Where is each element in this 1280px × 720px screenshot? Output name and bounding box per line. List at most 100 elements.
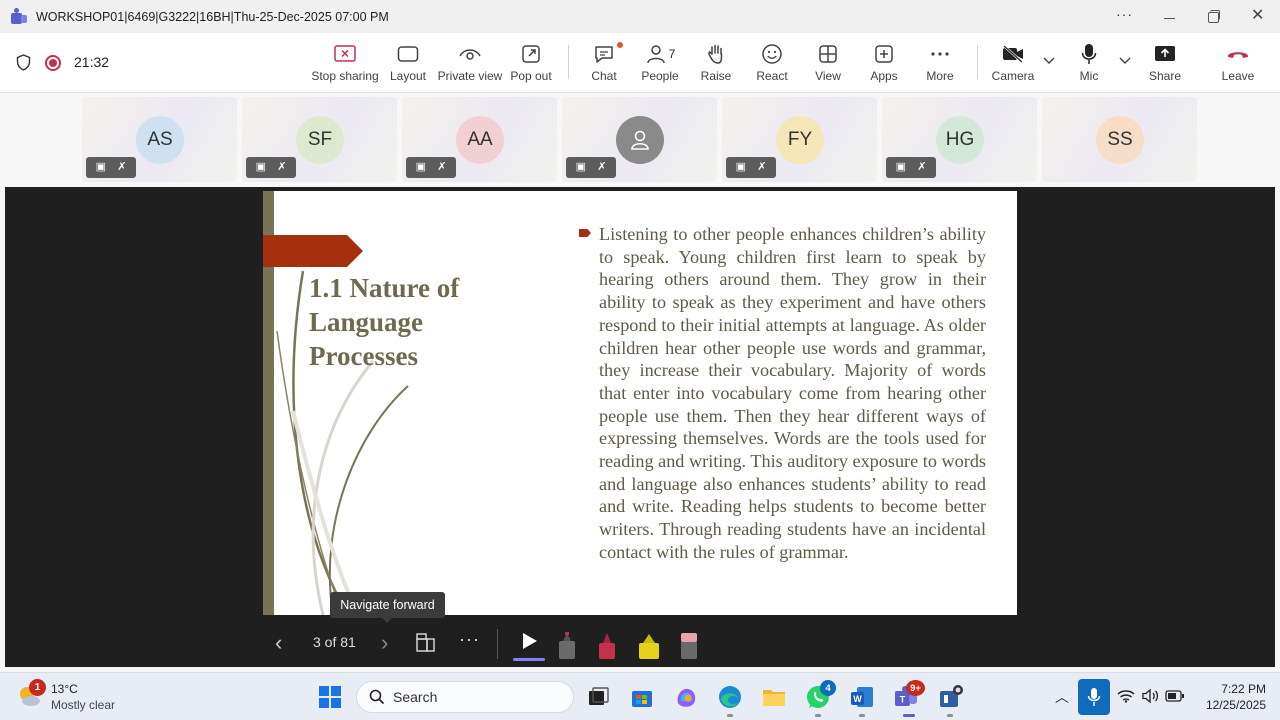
phone-hangup-icon — [1228, 52, 1248, 58]
navigate-forward-tooltip: Navigate forward — [330, 592, 445, 623]
laser-pointer-button[interactable] — [513, 625, 545, 661]
chat-button[interactable]: Chat — [586, 41, 623, 89]
layout-button[interactable]: Layout — [387, 41, 429, 89]
grid-icon — [819, 45, 837, 63]
leave-button[interactable]: Leave — [1220, 41, 1256, 89]
camera-off-icon — [1003, 45, 1023, 63]
weather-description[interactable]: Mostly clear — [51, 698, 115, 712]
camera-mic-off-indicator: ▣ ✗ — [566, 157, 616, 178]
meeting-toolbar: 21:32 Stop sharing Layout Private view P… — [0, 33, 1280, 93]
next-slide-button[interactable]: › — [381, 630, 388, 656]
shield-icon[interactable] — [16, 54, 31, 71]
search-icon — [369, 689, 385, 705]
react-button[interactable]: React — [754, 41, 790, 89]
screen-recorder-icon[interactable] — [936, 683, 964, 711]
windows-taskbar: 1 13°C Mostly clear Search 4 W T 9+ ︿ 7:… — [0, 672, 1280, 720]
toolbar-divider — [568, 45, 569, 79]
whatsapp-badge: 4 — [820, 680, 836, 696]
participant-tile[interactable]: SS — [1042, 97, 1197, 182]
edge-browser-icon[interactable] — [716, 683, 744, 711]
participant-tile[interactable]: ▣ ✗ — [562, 97, 717, 182]
word-icon[interactable]: W — [848, 683, 876, 711]
weather-temperature[interactable]: 13°C — [51, 682, 78, 696]
camera-mic-off-indicator: ▣ ✗ — [246, 157, 296, 178]
person-icon — [616, 116, 664, 164]
avatar: AA — [456, 116, 504, 164]
video-off-icon: ▣ — [575, 161, 586, 173]
presentation-slide: 1.1 Nature of Language Processes Listeni… — [263, 191, 1017, 615]
participant-tile[interactable]: HG ▣ ✗ — [882, 97, 1037, 182]
windows-start-icon[interactable] — [316, 683, 344, 711]
restore-button[interactable] — [1207, 9, 1221, 23]
copilot-icon[interactable] — [672, 683, 700, 711]
stop-share-icon — [334, 45, 356, 62]
chat-icon — [595, 46, 613, 63]
apps-button[interactable]: Apps — [866, 41, 902, 89]
participant-tile[interactable]: SF ▣ ✗ — [242, 97, 397, 182]
hand-icon — [708, 44, 723, 64]
meeting-timer: 21:32 — [74, 54, 110, 70]
mic-button[interactable]: Mic — [1074, 41, 1104, 89]
minimize-button[interactable] — [1163, 9, 1177, 23]
people-icon — [646, 45, 665, 64]
task-view-icon[interactable] — [584, 683, 612, 711]
previous-slide-button[interactable]: ‹ — [275, 630, 282, 656]
taskbar-search-box[interactable]: Search — [356, 681, 574, 713]
volume-icon[interactable] — [1141, 688, 1159, 704]
camera-mic-off-indicator: ▣ ✗ — [886, 157, 936, 178]
view-button[interactable]: View — [812, 41, 844, 89]
wifi-icon[interactable] — [1117, 689, 1135, 703]
mic-options-chevron-icon[interactable] — [1119, 57, 1131, 65]
svg-text:W: W — [853, 694, 862, 704]
camera-mic-off-indicator: ▣ ✗ — [406, 157, 456, 178]
stop-sharing-button[interactable]: Stop sharing — [311, 41, 379, 89]
microphone-in-use-button[interactable] — [1078, 679, 1110, 715]
mic-off-icon: ✗ — [277, 161, 287, 173]
recording-icon — [45, 55, 61, 71]
participant-tile[interactable]: AA ▣ ✗ — [402, 97, 557, 182]
highlighter-icon — [639, 634, 659, 659]
presenter-more-button[interactable]: ··· — [459, 629, 480, 650]
clock-time[interactable]: 7:22 PM — [1206, 682, 1266, 696]
presenter-divider — [497, 629, 498, 659]
shared-content-stage: 1.1 Nature of Language Processes Listeni… — [5, 187, 1275, 667]
people-button[interactable]: 7 People — [638, 41, 682, 89]
mic-off-icon: ✗ — [757, 161, 767, 173]
pop-out-button[interactable]: Pop out — [510, 41, 552, 89]
video-off-icon: ▣ — [415, 161, 426, 173]
file-explorer-icon[interactable] — [760, 683, 788, 711]
avatar: AS — [136, 116, 184, 164]
video-off-icon: ▣ — [895, 161, 906, 173]
active-tool-indicator — [513, 658, 545, 661]
raise-hand-button[interactable]: Raise — [698, 41, 734, 89]
plus-icon — [875, 45, 893, 63]
participant-strip: AS ▣ ✗ SF ▣ ✗ AA ▣ ✗ ▣ ✗ FY ▣ ✗ HG ▣ ✗ SS — [0, 93, 1280, 187]
close-button[interactable]: ✕ — [1251, 8, 1265, 24]
private-view-button[interactable]: Private view — [438, 41, 502, 89]
window-more-icon[interactable]: ··· — [1116, 6, 1133, 22]
people-count: 7 — [668, 47, 676, 61]
slide-page-indicator: 3 of 81 — [313, 634, 356, 650]
mic-off-icon: ✗ — [917, 161, 927, 173]
participant-tile[interactable]: AS ▣ ✗ — [82, 97, 237, 182]
search-placeholder: Search — [393, 689, 438, 705]
show-hidden-icons-chevron-icon[interactable]: ︿ — [1055, 687, 1069, 707]
clock-date[interactable]: 12/25/2025 — [1190, 698, 1266, 712]
camera-options-chevron-icon[interactable] — [1043, 57, 1055, 65]
participant-tile[interactable]: FY ▣ ✗ — [722, 97, 877, 182]
avatar: SF — [296, 116, 344, 164]
window-title-bar: WORKSHOP01|6469|G3222|16BH|Thu-25-Dec-20… — [0, 0, 1280, 33]
camera-button[interactable]: Camera — [992, 41, 1034, 89]
share-button[interactable]: Share — [1147, 41, 1183, 89]
battery-icon[interactable] — [1165, 690, 1185, 702]
running-indicator — [859, 714, 865, 717]
slide-grid-icon[interactable] — [416, 633, 436, 653]
window-title: WORKSHOP01|6469|G3222|16BH|Thu-25-Dec-20… — [36, 9, 389, 24]
eye-icon — [459, 49, 481, 60]
avatar: HG — [936, 116, 984, 164]
microsoft-store-icon[interactable] — [628, 683, 656, 711]
pen-tool-icon[interactable] — [557, 631, 707, 661]
running-indicator — [727, 714, 733, 717]
toolbar-divider — [977, 45, 978, 79]
more-button[interactable]: More — [920, 41, 960, 89]
